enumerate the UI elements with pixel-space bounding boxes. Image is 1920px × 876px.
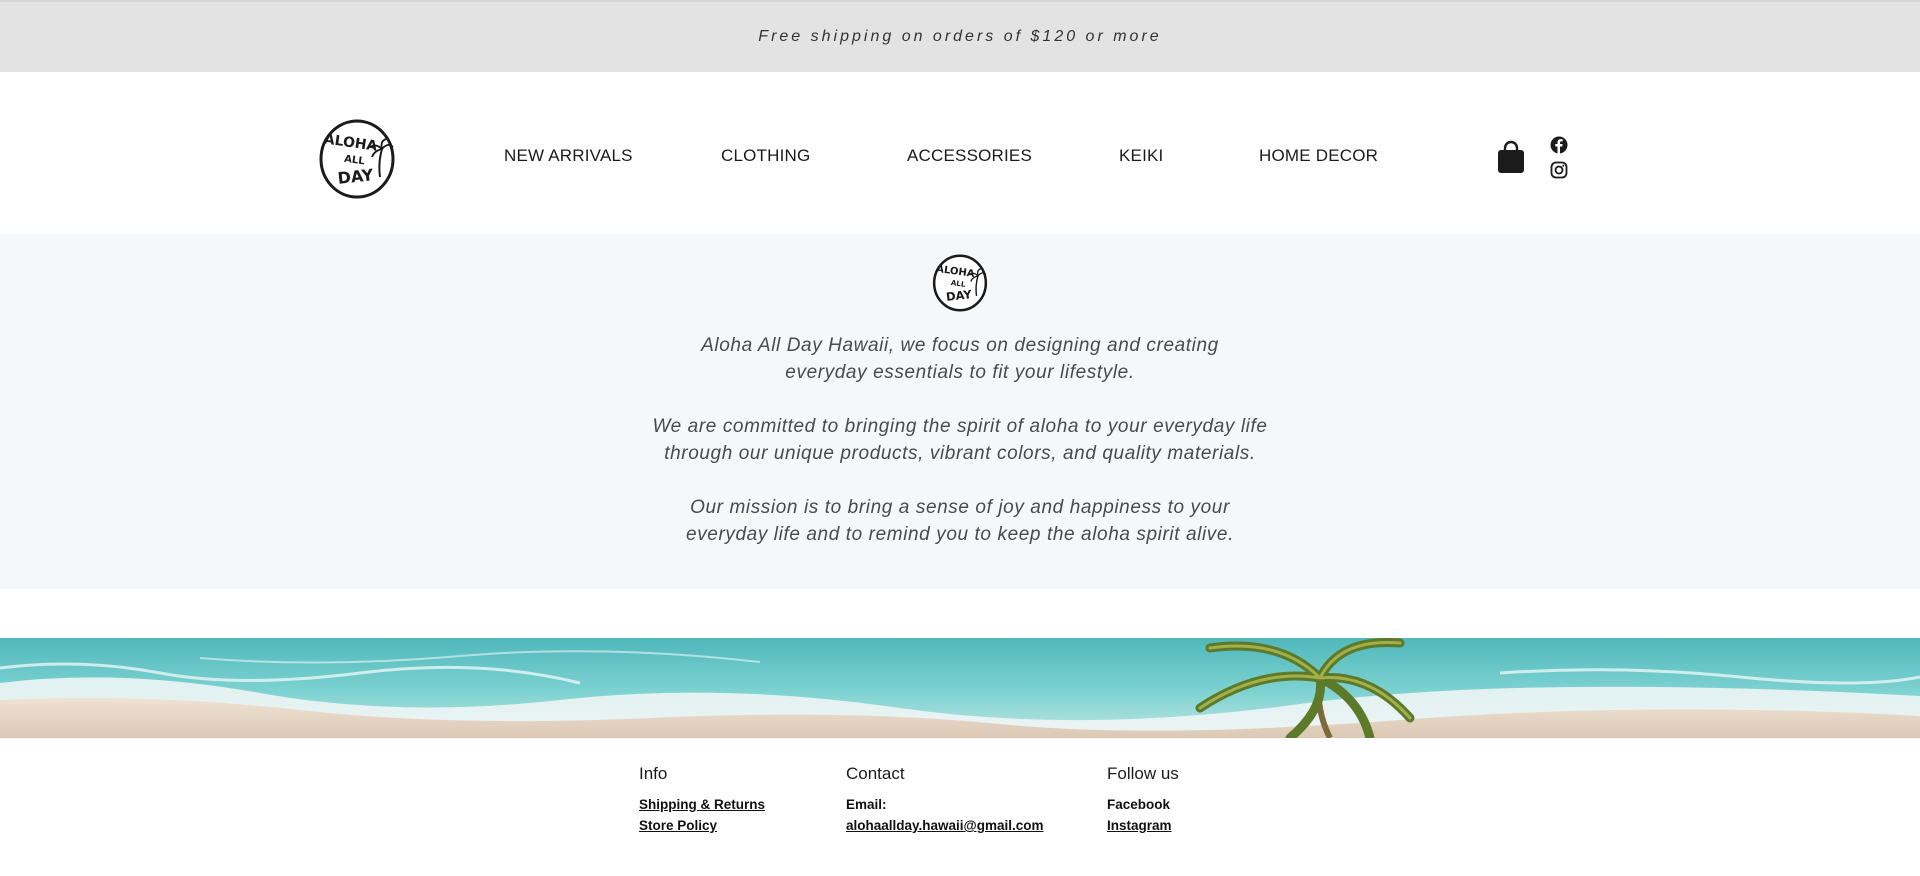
store-policy-link[interactable]: Store Policy bbox=[639, 815, 765, 836]
facebook-icon[interactable] bbox=[1550, 136, 1568, 154]
site-footer: Info Shipping & Returns Store Policy Con… bbox=[0, 738, 1920, 876]
announcement-bar: Free shipping on orders of $120 or more bbox=[0, 0, 1920, 72]
facebook-link[interactable]: Facebook bbox=[1107, 794, 1179, 815]
social-icons bbox=[1550, 136, 1568, 186]
nav-keiki[interactable]: KEIKI bbox=[1119, 146, 1163, 166]
about-paragraph: Aloha All Day Hawaii, we focus on design… bbox=[560, 332, 1360, 386]
about-line: Aloha All Day Hawaii, we focus on design… bbox=[701, 335, 1219, 356]
instagram-icon[interactable] bbox=[1550, 161, 1568, 179]
about-logo-text-day: DAY bbox=[945, 287, 973, 304]
footer-contact: Contact Email: alohaallday.hawaii@gmail.… bbox=[846, 764, 1043, 836]
about-line: everyday essentials to fit your lifestyl… bbox=[785, 362, 1135, 383]
about-line: everyday life and to remind you to keep … bbox=[686, 524, 1234, 545]
about-paragraph: Our mission is to bring a sense of joy a… bbox=[560, 494, 1360, 548]
announcement-text: Free shipping on orders of $120 or more bbox=[758, 28, 1162, 45]
email-link[interactable]: alohaallday.hawaii@gmail.com bbox=[846, 815, 1043, 836]
nav-accessories[interactable]: ACCESSORIES bbox=[907, 146, 1032, 166]
footer-info-title: Info bbox=[639, 764, 668, 783]
nav-clothing[interactable]: CLOTHING bbox=[721, 146, 810, 166]
site-header: ALOHA ALL DAY NEW ARRIVALS CLOTHING ACCE… bbox=[0, 72, 1920, 234]
shopping-bag-icon[interactable] bbox=[1497, 140, 1525, 174]
footer-follow-title: Follow us bbox=[1107, 764, 1179, 783]
email-label: Email: bbox=[846, 797, 887, 812]
about-line: We are committed to bringing the spirit … bbox=[652, 416, 1268, 437]
about-logo: ALOHA ALL DAY bbox=[932, 254, 988, 312]
about-line: through our unique products, vibrant col… bbox=[664, 443, 1256, 464]
about-paragraph: We are committed to bringing the spirit … bbox=[560, 413, 1360, 467]
about-text: Aloha All Day Hawaii, we focus on design… bbox=[560, 332, 1360, 548]
nav-new-arrivals[interactable]: NEW ARRIVALS bbox=[504, 146, 633, 166]
main-nav: NEW ARRIVALS CLOTHING ACCESSORIES KEIKI … bbox=[0, 146, 1920, 170]
instagram-link[interactable]: Instagram bbox=[1107, 815, 1179, 836]
about-line: Our mission is to bring a sense of joy a… bbox=[690, 497, 1230, 518]
footer-follow: Follow us Facebook Instagram bbox=[1107, 764, 1179, 836]
about-section: ALOHA ALL DAY Aloha All Day Hawaii, we f… bbox=[0, 234, 1920, 589]
footer-info: Info Shipping & Returns Store Policy bbox=[639, 764, 765, 836]
shipping-returns-link[interactable]: Shipping & Returns bbox=[639, 794, 765, 815]
beach-image bbox=[0, 638, 1920, 738]
nav-home-decor[interactable]: HOME DECOR bbox=[1259, 146, 1378, 166]
footer-contact-title: Contact bbox=[846, 764, 905, 783]
